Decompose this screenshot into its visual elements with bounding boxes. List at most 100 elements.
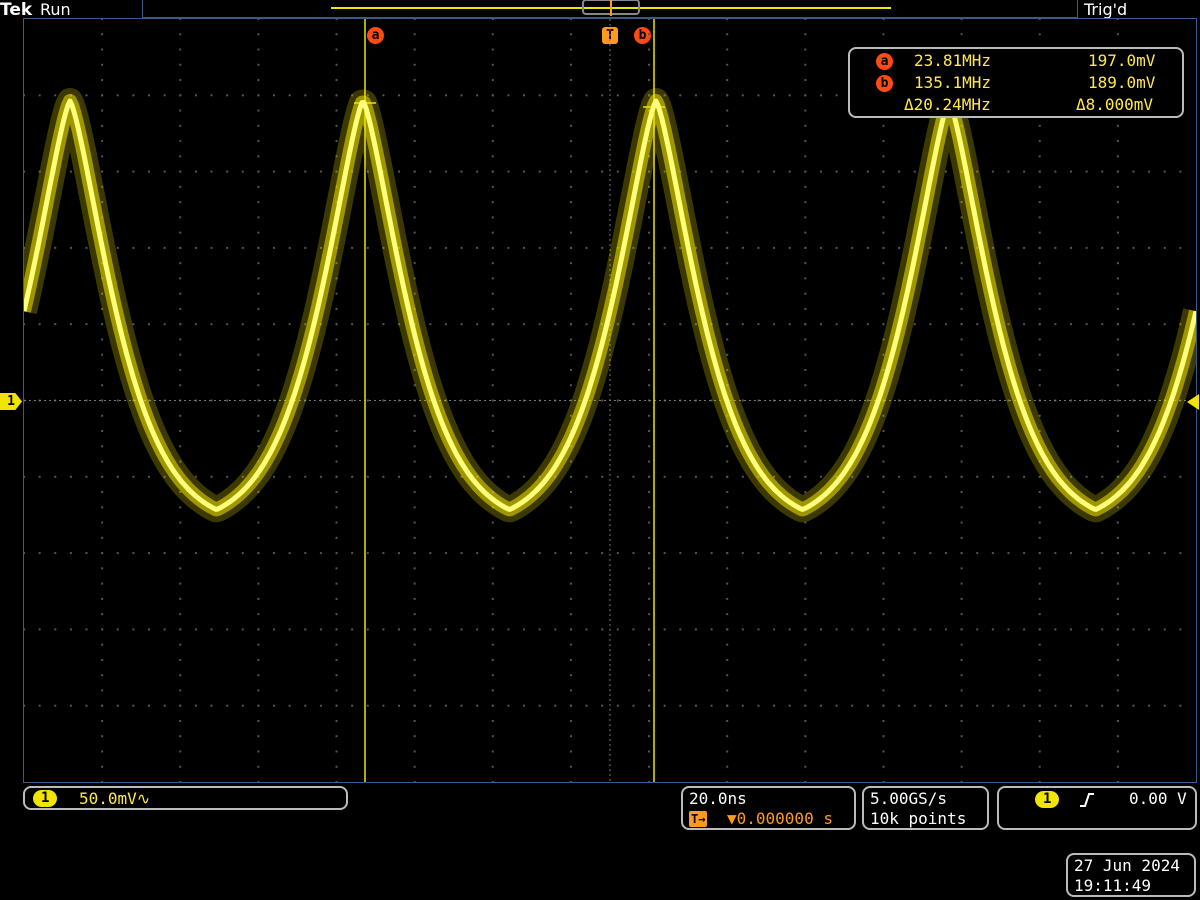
timebase-readout[interactable]: 20.0ns T→ ▼0.000000 s [681, 786, 856, 830]
grid-dot [929, 475, 932, 478]
grid-dot [960, 613, 963, 616]
grid-dot [804, 567, 807, 570]
grid-dot [335, 536, 338, 539]
grid-dot [257, 19, 260, 20]
grid-dot [1116, 552, 1119, 555]
grid-dot [648, 552, 651, 555]
grid-dot [1023, 323, 1026, 326]
grid-dot [148, 246, 151, 249]
grid-dot [569, 368, 572, 371]
grid-dot [382, 475, 385, 478]
grid-dot [804, 597, 807, 600]
grid-dot [382, 704, 385, 707]
grid-dot [1038, 201, 1041, 204]
grid-dot [491, 292, 494, 295]
grid-dot [257, 521, 260, 524]
grid-dot [101, 399, 104, 402]
grid-dot [851, 628, 854, 631]
waveform-display[interactable] [23, 18, 1197, 783]
grid-dot [710, 246, 713, 249]
grid-dot [241, 94, 244, 97]
grid-dot [257, 719, 260, 722]
grid-dot [1116, 201, 1119, 204]
grid-dot [179, 552, 182, 555]
grid-dot [554, 170, 557, 173]
grid-dot [179, 140, 182, 143]
grid-dot [569, 521, 572, 524]
grid-dot [1038, 506, 1041, 509]
grid-dot [54, 704, 57, 707]
grid-dot [726, 735, 729, 738]
grid-dot [726, 674, 729, 677]
grid-dot [257, 506, 260, 509]
grid-dot [351, 475, 354, 478]
grid-dot [335, 384, 338, 387]
grid-dot [960, 33, 963, 36]
grid-dot [179, 33, 182, 36]
trigger-readout[interactable]: 1 0.00 V [997, 786, 1197, 830]
grid-dot [929, 704, 932, 707]
channel-1-ground-marker[interactable]: 1 [0, 393, 22, 410]
grid-dot [804, 338, 807, 341]
grid-dot [976, 399, 979, 402]
grid-dot [69, 628, 72, 631]
grid-dot [491, 48, 494, 51]
grid-dot [335, 750, 338, 753]
grid-dot [773, 552, 776, 555]
grid-dot [398, 475, 401, 478]
grid-dot [257, 735, 260, 738]
timebase-scale: 20.0ns [689, 789, 747, 808]
channel-1-scale-readout[interactable]: 1 50.0mV∿ [23, 786, 348, 810]
grid-dot [288, 628, 291, 631]
grid-dot [726, 765, 729, 768]
grid-dot [351, 399, 354, 402]
grid-dot [1007, 246, 1010, 249]
grid-dot [1148, 246, 1151, 249]
grid-dot [101, 719, 104, 722]
grid-dot [851, 552, 854, 555]
grid-dot [54, 94, 57, 97]
grid-dot [491, 277, 494, 280]
grid-dot [554, 704, 557, 707]
grid-dot [444, 170, 447, 173]
grid-dot [257, 613, 260, 616]
grid-dot [569, 231, 572, 234]
grid-dot [601, 399, 604, 402]
grid-dot [1116, 368, 1119, 371]
grid-dot [38, 552, 41, 555]
grid-dot [429, 628, 432, 631]
grid-dot [382, 552, 385, 555]
grid-dot [804, 384, 807, 387]
grid-dot [257, 338, 260, 341]
grid-dot [991, 399, 994, 402]
grid-dot [726, 155, 729, 158]
grid-dot [179, 750, 182, 753]
grid-dot [429, 170, 432, 173]
grid-dot [663, 475, 666, 478]
grid-dot [882, 262, 885, 265]
grid-dot [960, 674, 963, 677]
grid-dot [898, 628, 901, 631]
grid-dot [960, 552, 963, 555]
cursor-b-voltage: 189.0mV [1088, 73, 1156, 92]
grid-dot [632, 552, 635, 555]
grid-dot [257, 643, 260, 646]
grid-dot [726, 781, 729, 782]
grid-dot [1038, 216, 1041, 219]
grid-dot [882, 781, 885, 782]
grid-dot [257, 353, 260, 356]
grid-dot [460, 628, 463, 631]
grid-dot [257, 262, 260, 265]
grid-dot [116, 704, 119, 707]
trigger-source-badge: 1 [1035, 791, 1060, 808]
trigger-level-marker[interactable] [1185, 394, 1199, 410]
grid-dot [1054, 170, 1057, 173]
grid-dot [866, 170, 869, 173]
grid-dot [241, 170, 244, 173]
acquisition-readout[interactable]: 5.00GS/s 10k points [862, 786, 989, 830]
grid-dot [1038, 567, 1041, 570]
grid-dot [585, 94, 588, 97]
grid-dot [898, 475, 901, 478]
grid-dot [351, 323, 354, 326]
grid-dot [648, 506, 651, 509]
